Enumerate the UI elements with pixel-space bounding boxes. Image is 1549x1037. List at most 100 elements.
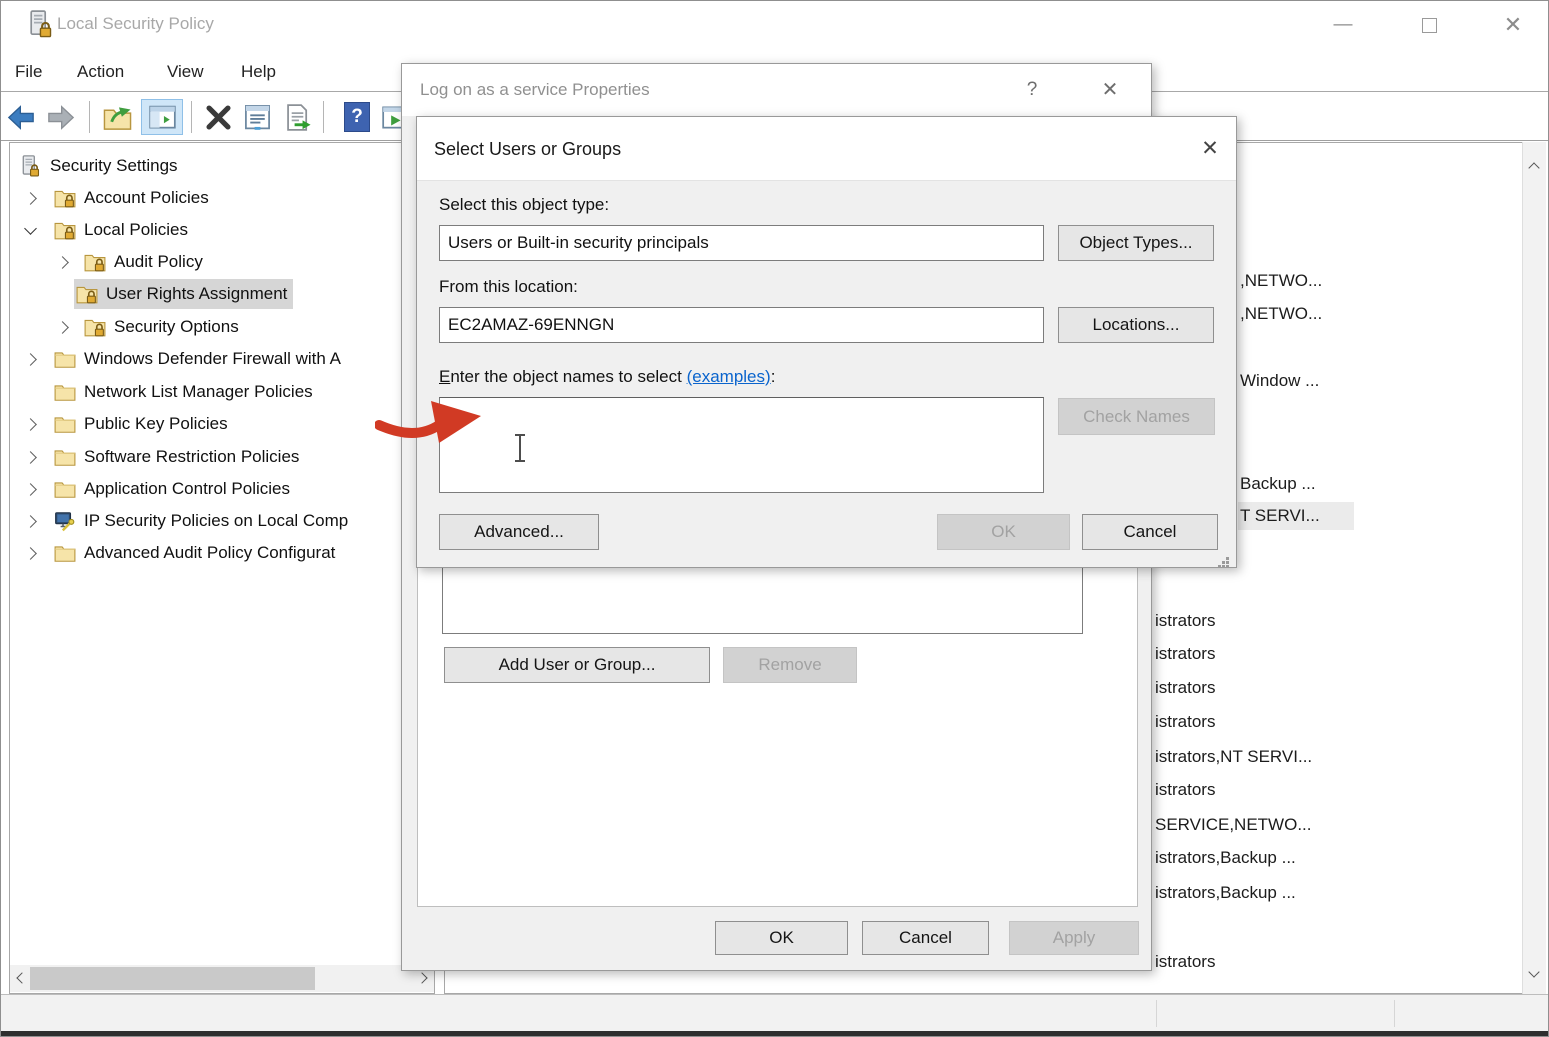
accelerator: E [439, 367, 450, 386]
object-types-button[interactable]: Object Types... [1058, 225, 1214, 261]
tree-item-user-rights-assignment[interactable]: User Rights Assignment [10, 278, 430, 310]
list-item[interactable]: ,NETWO... [1240, 267, 1322, 295]
scrollbar-thumb[interactable] [30, 967, 315, 990]
up-folder-icon [103, 103, 132, 132]
list-item[interactable]: istrators [1155, 674, 1215, 702]
bottom-edge [1, 1031, 1549, 1037]
ok-button[interactable]: OK [937, 514, 1070, 550]
menu-action[interactable]: Action [77, 53, 124, 91]
scroll-left-icon[interactable] [16, 972, 27, 983]
chevron-right-icon[interactable] [56, 321, 69, 334]
tree-item-software-restriction-policies[interactable]: Software Restriction Policies [10, 441, 430, 473]
forward-icon [46, 104, 76, 131]
assigned-users-listbox[interactable] [442, 567, 1083, 634]
dialog-title: Select Users or Groups [434, 117, 621, 181]
chevron-right-icon[interactable] [24, 483, 37, 496]
folder-lock-icon [54, 187, 76, 209]
red-annotation-arrow [375, 397, 491, 447]
chevron-right-icon[interactable] [24, 418, 37, 431]
list-item[interactable]: istrators [1155, 708, 1215, 736]
help-icon: ? [344, 102, 370, 132]
chevron-right-icon[interactable] [24, 353, 37, 366]
folder-icon [54, 413, 76, 435]
list-item[interactable]: istrators [1155, 948, 1215, 976]
back-button[interactable] [3, 99, 39, 135]
add-user-or-group-button[interactable]: Add User or Group... [444, 647, 710, 683]
menu-file[interactable]: File [15, 53, 42, 91]
scroll-right-icon[interactable] [416, 972, 427, 983]
chevron-right-icon[interactable] [24, 515, 37, 528]
tree-item-windows-defender-firewall[interactable]: Windows Defender Firewall with A [10, 343, 430, 375]
tree-item-audit-policy[interactable]: Audit Policy [10, 246, 430, 278]
list-item[interactable]: istrators [1155, 607, 1215, 635]
dialog-close-icon[interactable]: ✕ [1092, 64, 1128, 116]
cancel-button[interactable]: Cancel [1082, 514, 1218, 550]
tree-item-security-options[interactable]: Security Options [10, 311, 430, 343]
maximize-button[interactable] [1422, 18, 1437, 33]
list-item[interactable]: SERVICE,NETWO... [1155, 811, 1312, 839]
list-item[interactable]: istrators,Backup ... [1155, 844, 1296, 872]
tree-horizontal-scrollbar[interactable] [10, 965, 434, 992]
dialog-titlebar: Log on as a service Properties ? ✕ [402, 64, 1151, 116]
tree-item-account-policies[interactable]: Account Policies [10, 182, 430, 214]
tree-item-network-list-manager[interactable]: Network List Manager Policies [10, 376, 430, 408]
chevron-right-icon[interactable] [24, 192, 37, 205]
folder-icon [54, 348, 76, 370]
minimize-button[interactable]: — [1325, 1, 1361, 49]
chevron-right-icon[interactable] [24, 451, 37, 464]
resize-grip-icon[interactable] [1226, 557, 1229, 560]
menu-view[interactable]: View [167, 53, 204, 91]
menu-help[interactable]: Help [241, 53, 276, 91]
list-item[interactable]: Window ... [1240, 367, 1319, 395]
scroll-up-icon[interactable] [1528, 162, 1539, 173]
ok-button[interactable]: OK [715, 921, 848, 955]
examples-link[interactable]: (examples) [687, 367, 771, 386]
check-names-button[interactable]: Check Names [1058, 398, 1215, 435]
tree-item-public-key-policies[interactable]: Public Key Policies [10, 408, 430, 440]
show-console-tree-button[interactable] [141, 99, 183, 135]
delete-button[interactable] [200, 99, 236, 135]
close-button[interactable]: ✕ [1495, 1, 1531, 49]
export-list-icon [283, 103, 312, 132]
vertical-scrollbar[interactable] [1522, 142, 1546, 994]
console-tree-panel: Security Settings Account Policies Local… [9, 142, 435, 994]
dialog-title: Log on as a service Properties [420, 64, 650, 116]
tree-item-advanced-audit-policy[interactable]: Advanced Audit Policy Configurat [10, 537, 430, 569]
list-item[interactable]: istrators,NT SERVI... [1155, 743, 1312, 771]
chevron-right-icon[interactable] [24, 547, 37, 560]
dialog-help-icon[interactable]: ? [1014, 64, 1050, 116]
list-item[interactable]: istrators [1155, 776, 1215, 804]
scroll-down-icon[interactable] [1528, 966, 1539, 977]
apply-button[interactable]: Apply [1009, 921, 1139, 955]
list-item-selected[interactable]: T SERVI... [1238, 502, 1354, 530]
server-lock-icon [20, 155, 42, 177]
remove-button[interactable]: Remove [723, 647, 857, 683]
up-one-level-button[interactable] [99, 99, 135, 135]
list-item[interactable]: ,NETWO... [1240, 300, 1322, 328]
folder-icon [54, 478, 76, 500]
folder-icon [54, 381, 76, 403]
dialog-close-icon[interactable]: ✕ [1190, 117, 1230, 181]
chevron-right-icon[interactable] [56, 256, 69, 269]
locations-button[interactable]: Locations... [1058, 307, 1214, 343]
tree-item-local-policies[interactable]: Local Policies [10, 214, 430, 246]
advanced-button[interactable]: Advanced... [439, 514, 599, 550]
tree-item-application-control-policies[interactable]: Application Control Policies [10, 473, 430, 505]
text-cursor-icon [512, 433, 528, 463]
list-item[interactable]: Backup ... [1240, 470, 1316, 498]
folder-icon [54, 446, 76, 468]
object-names-input[interactable] [439, 397, 1044, 493]
chevron-down-icon[interactable] [24, 222, 37, 235]
monitor-key-icon [54, 510, 76, 532]
list-item[interactable]: istrators,Backup ... [1155, 879, 1296, 907]
toolbar-separator [323, 101, 324, 133]
help-button[interactable]: ? [339, 99, 375, 135]
properties-button[interactable] [239, 99, 275, 135]
list-item[interactable]: istrators [1155, 640, 1215, 668]
tree-item-security-settings[interactable]: Security Settings [10, 150, 430, 182]
folder-lock-icon [84, 251, 106, 273]
forward-button[interactable] [43, 99, 79, 135]
cancel-button[interactable]: Cancel [862, 921, 989, 955]
tree-item-ip-security-policies[interactable]: IP Security Policies on Local Comp [10, 505, 430, 537]
export-list-button[interactable] [279, 99, 315, 135]
